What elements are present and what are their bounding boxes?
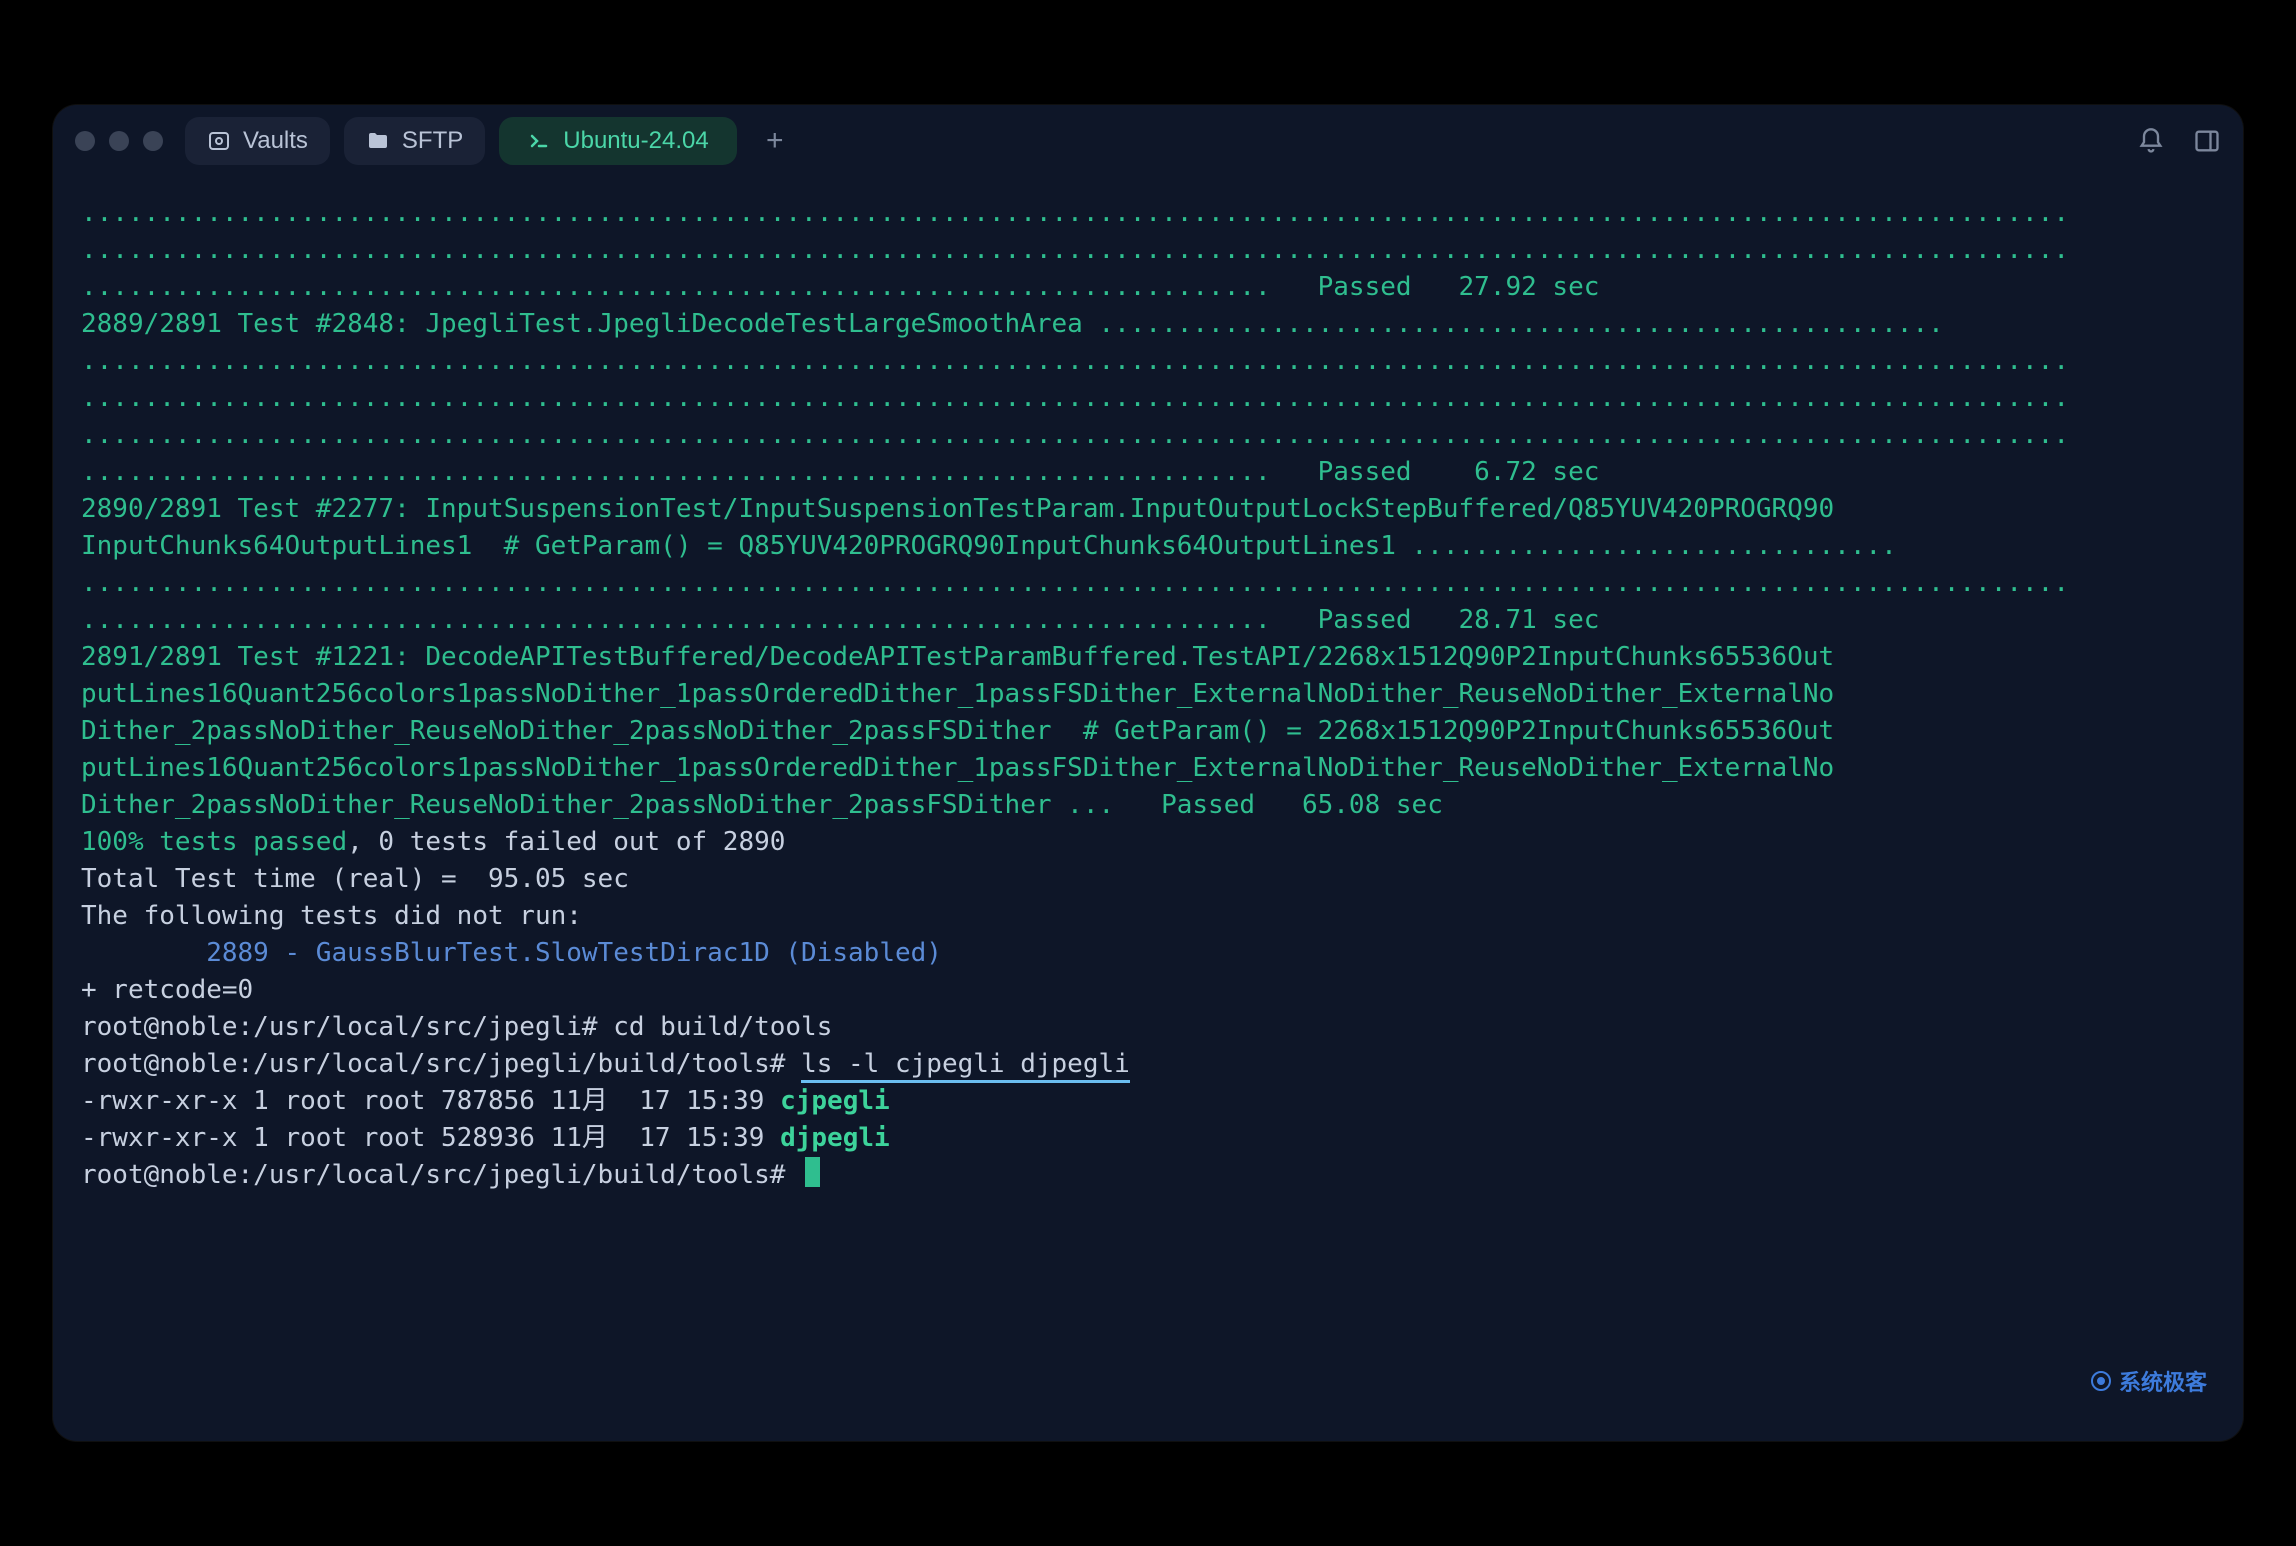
- prompt-line: root@noble:/usr/local/src/jpegli/build/t…: [81, 1046, 2215, 1083]
- titlebar: Vaults SFTP Ubuntu-24.04 +: [53, 105, 2243, 177]
- tab-sftp-label: SFTP: [402, 127, 463, 155]
- total-time: Total Test time (real) = 95.05 sec: [81, 861, 2215, 898]
- tab-ubuntu[interactable]: Ubuntu-24.04: [499, 117, 736, 165]
- output-line: ........................................…: [81, 343, 2215, 380]
- output-line: ........................................…: [81, 232, 2215, 269]
- output-line: ........................................…: [81, 454, 2215, 491]
- bell-icon[interactable]: [2137, 127, 2165, 155]
- watermark-text: 系统极客: [2119, 1365, 2207, 1397]
- file-cjpegli: cjpegli: [780, 1086, 890, 1116]
- output-line: InputChunks64OutputLines1 # GetParam() =…: [81, 528, 2215, 565]
- not-run-item: 2889 - GaussBlurTest.SlowTestDirac1D (Di…: [81, 935, 2215, 972]
- terminal-icon: [527, 129, 551, 153]
- ls-line: -rwxr-xr-x 1 root root 528936 11月 17 15:…: [81, 1120, 2215, 1157]
- tab-vaults[interactable]: Vaults: [185, 117, 330, 165]
- output-line: Dither_2passNoDither_ReuseNoDither_2pass…: [81, 713, 2215, 750]
- output-line: putLines16Quant256colors1passNoDither_1p…: [81, 676, 2215, 713]
- output-line: ........................................…: [81, 602, 2215, 639]
- output-line: 2890/2891 Test #2277: InputSuspensionTes…: [81, 491, 2215, 528]
- output-line: ........................................…: [81, 417, 2215, 454]
- summary-line: 100% tests passed, 0 tests failed out of…: [81, 824, 2215, 861]
- prompt-line: root@noble:/usr/local/src/jpegli# cd bui…: [81, 1009, 2215, 1046]
- output-line: ........................................…: [81, 195, 2215, 232]
- output-line: ........................................…: [81, 565, 2215, 602]
- output-line: ........................................…: [81, 269, 2215, 306]
- minimize-dot[interactable]: [109, 131, 129, 151]
- prompt-cursor-line: root@noble:/usr/local/src/jpegli/build/t…: [81, 1157, 2215, 1194]
- watermark: 系统极客: [2089, 1365, 2207, 1397]
- titlebar-right: [2137, 127, 2221, 155]
- terminal-body[interactable]: ........................................…: [53, 177, 2243, 1441]
- cursor: [805, 1157, 820, 1187]
- output-line: putLines16Quant256colors1passNoDither_1p…: [81, 750, 2215, 787]
- ls-line: -rwxr-xr-x 1 root root 787856 11月 17 15:…: [81, 1083, 2215, 1120]
- tab-vaults-label: Vaults: [243, 127, 308, 155]
- tab-sftp[interactable]: SFTP: [344, 117, 485, 165]
- window-controls: [75, 131, 163, 151]
- folder-icon: [366, 129, 390, 153]
- output-line: ........................................…: [81, 380, 2215, 417]
- tab-ubuntu-label: Ubuntu-24.04: [563, 127, 708, 155]
- not-run-header: The following tests did not run:: [81, 898, 2215, 935]
- new-tab-button[interactable]: +: [757, 123, 793, 159]
- output-line: Dither_2passNoDither_ReuseNoDither_2pass…: [81, 787, 2215, 824]
- terminal-window: Vaults SFTP Ubuntu-24.04 + .............…: [53, 105, 2243, 1441]
- output-line: 2889/2891 Test #2848: JpegliTest.JpegliD…: [81, 306, 2215, 343]
- command-underlined: ls -l cjpegli djpegli: [801, 1049, 1130, 1083]
- file-djpegli: djpegli: [780, 1123, 890, 1153]
- output-line: 2891/2891 Test #1221: DecodeAPITestBuffe…: [81, 639, 2215, 676]
- vault-icon: [207, 129, 231, 153]
- panel-icon[interactable]: [2193, 127, 2221, 155]
- zoom-dot[interactable]: [143, 131, 163, 151]
- retcode-line: + retcode=0: [81, 972, 2215, 1009]
- close-dot[interactable]: [75, 131, 95, 151]
